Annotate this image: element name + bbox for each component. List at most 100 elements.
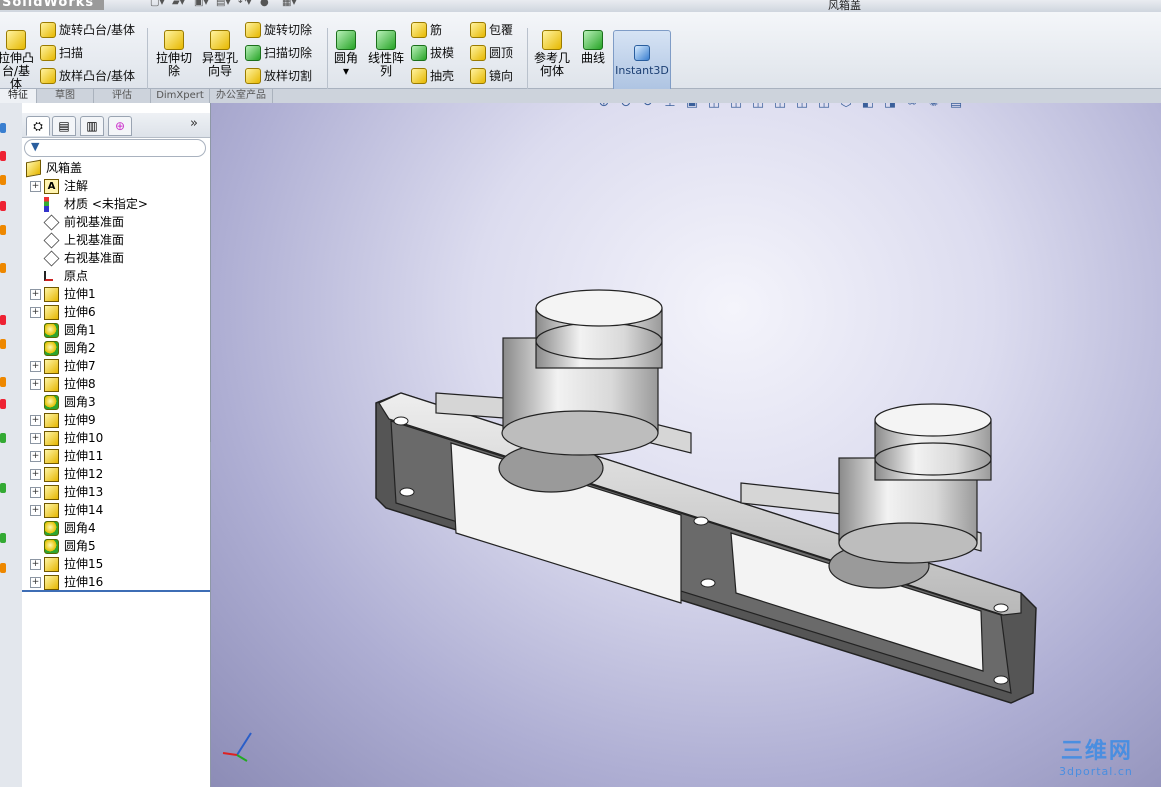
expand-icon[interactable]: + <box>30 360 41 372</box>
expand-icon[interactable]: + <box>30 558 41 570</box>
property-manager-tab-icon[interactable]: ▤ <box>52 116 76 136</box>
tree-item[interactable]: 圆角2 <box>22 339 96 357</box>
expand-icon[interactable]: + <box>30 378 41 390</box>
tree-item[interactable]: + 拉伸9 <box>22 411 96 429</box>
tree-item[interactable]: + 拉伸12 <box>22 465 103 483</box>
fillet-button[interactable]: 圆角 ▾ <box>331 30 361 78</box>
sweep-button[interactable]: 扫描 <box>40 45 83 61</box>
tree-item[interactable]: 原点 <box>22 267 88 285</box>
revolve-boss-button[interactable]: 旋转凸台/基体 <box>40 22 135 38</box>
expand-icon[interactable]: + <box>30 432 41 444</box>
reference-geometry-button[interactable]: 参考几 何体 <box>532 30 572 78</box>
tool-icon[interactable] <box>0 315 6 325</box>
tab-evaluate[interactable]: 评估 <box>94 89 151 103</box>
linear-pattern-button[interactable]: 线性阵 列 <box>366 30 406 78</box>
tree-item[interactable]: 材质 <未指定> <box>22 195 148 213</box>
tree-item[interactable]: + 拉伸10 <box>22 429 103 447</box>
tree-item[interactable]: 右视基准面 <box>22 249 124 267</box>
panel-expand-button[interactable]: » <box>190 116 198 131</box>
rebuild-icon[interactable]: ● <box>260 0 278 9</box>
expand-icon[interactable]: + <box>30 486 41 498</box>
curves-button[interactable]: 曲线 <box>577 30 609 65</box>
rollback-bar[interactable] <box>22 590 210 592</box>
tree-item[interactable]: + 拉伸11 <box>22 447 103 465</box>
tool-icon[interactable] <box>0 483 6 493</box>
rib-button[interactable]: 筋 <box>411 22 442 38</box>
tool-icon[interactable] <box>0 433 6 443</box>
loft-cut-button[interactable]: 放样切割 <box>245 68 312 84</box>
fillet-dropdown-icon[interactable]: ▾ <box>331 65 361 78</box>
expand-icon[interactable]: + <box>30 468 41 480</box>
tool-icon[interactable] <box>0 533 6 543</box>
wrap-button[interactable]: 包覆 <box>470 22 513 38</box>
graphics-viewport[interactable]: ⊕ ⊙ ↺ ⊥ ▣ ◱ ◱ ◱ ◱ ◱ ◱ ⬡ ◧ ◨ ∞ ✺ ▤ <box>211 103 1161 787</box>
mirror-button[interactable]: 镜向 <box>470 68 513 84</box>
extrude-cut-button[interactable]: 拉伸切 除 <box>153 30 195 78</box>
tree-item[interactable]: 上视基准面 <box>22 231 124 249</box>
expand-icon[interactable]: + <box>30 576 41 588</box>
tree-item[interactable]: + 拉伸6 <box>22 303 96 321</box>
tree-item[interactable]: + 拉伸14 <box>22 501 103 519</box>
tree-item[interactable]: + 拉伸7 <box>22 357 96 375</box>
tree-item[interactable]: + 拉伸1 <box>22 285 96 303</box>
tree-item[interactable]: 圆角1 <box>22 321 96 339</box>
tool-icon[interactable] <box>0 339 6 349</box>
tree-item[interactable]: + 拉伸8 <box>22 375 96 393</box>
wrap-icon <box>470 22 486 38</box>
curves-icon <box>583 30 603 50</box>
extrude-icon <box>44 484 59 500</box>
options-icon[interactable]: ▦▾ <box>282 0 300 9</box>
tree-root[interactable]: 风箱盖 <box>22 159 82 177</box>
expand-icon[interactable]: + <box>30 180 41 192</box>
tree-item[interactable]: + 拉伸16 <box>22 573 103 591</box>
tool-icon[interactable] <box>0 201 6 211</box>
tool-icon[interactable] <box>0 175 6 185</box>
revolve-cut-button[interactable]: 旋转切除 <box>245 22 312 38</box>
tree-item[interactable]: 圆角3 <box>22 393 96 411</box>
open-folder-icon[interactable]: ▰▾ <box>172 0 190 9</box>
dimxpert-manager-tab-icon[interactable]: ⊕ <box>108 116 132 136</box>
tree-item-label: 拉伸12 <box>64 467 104 481</box>
expand-icon[interactable]: + <box>30 504 41 516</box>
panel-tabs: ⛭ ▤ ▥ ⊕ » <box>22 113 210 138</box>
configuration-manager-tab-icon[interactable]: ▥ <box>80 116 104 136</box>
expand-icon[interactable]: + <box>30 414 41 426</box>
tab-features[interactable]: 特征 <box>0 89 37 103</box>
tool-icon[interactable] <box>0 123 6 133</box>
tool-icon[interactable] <box>0 151 6 161</box>
shell-button[interactable]: 抽壳 <box>411 68 454 84</box>
app-logo[interactable]: SolidWorks <box>0 0 105 10</box>
undo-icon[interactable]: ↶▾ <box>238 0 256 9</box>
tab-dimxpert[interactable]: DimXpert <box>151 89 210 103</box>
extrude-boss-button[interactable]: 拉伸凸 台/基体 <box>0 30 34 91</box>
extrude-boss-label-2: 台/基体 <box>1 64 31 91</box>
expand-icon[interactable]: + <box>30 306 41 318</box>
tab-sketch[interactable]: 草图 <box>37 89 94 103</box>
tree-item[interactable]: + A 注解 <box>22 177 88 195</box>
tool-icon[interactable] <box>0 263 6 273</box>
loft-boss-button[interactable]: 放样凸台/基体 <box>40 68 135 84</box>
sweep-cut-button[interactable]: 扫描切除 <box>245 45 312 61</box>
tool-icon[interactable] <box>0 377 6 387</box>
feature-manager-tab-icon[interactable]: ⛭ <box>26 116 50 136</box>
tab-office-products[interactable]: 办公室产品 <box>210 89 273 103</box>
new-doc-icon[interactable]: ▢▾ <box>150 0 168 9</box>
tree-item[interactable]: + 拉伸15 <box>22 555 103 573</box>
print-icon[interactable]: ▤▾ <box>216 0 234 9</box>
tool-icon[interactable] <box>0 399 6 409</box>
instant3d-button[interactable]: Instant3D <box>613 30 671 98</box>
tree-item[interactable]: + 拉伸13 <box>22 483 103 501</box>
tool-icon[interactable] <box>0 563 6 573</box>
tree-item[interactable]: 圆角5 <box>22 537 96 555</box>
dome-button[interactable]: 圆顶 <box>470 45 513 61</box>
draft-button[interactable]: 拔模 <box>411 45 454 61</box>
tree-item[interactable]: 前视基准面 <box>22 213 124 231</box>
tree-item[interactable]: 圆角4 <box>22 519 96 537</box>
save-icon[interactable]: ▣▾ <box>194 0 212 9</box>
expand-icon[interactable]: + <box>30 450 41 462</box>
hole-wizard-button[interactable]: 异型孔 向导 <box>199 30 241 78</box>
expand-icon[interactable]: + <box>30 288 41 300</box>
tool-icon[interactable] <box>0 225 6 235</box>
tree-filter-input[interactable]: ▼ <box>24 139 206 157</box>
part-model[interactable] <box>211 103 1161 787</box>
